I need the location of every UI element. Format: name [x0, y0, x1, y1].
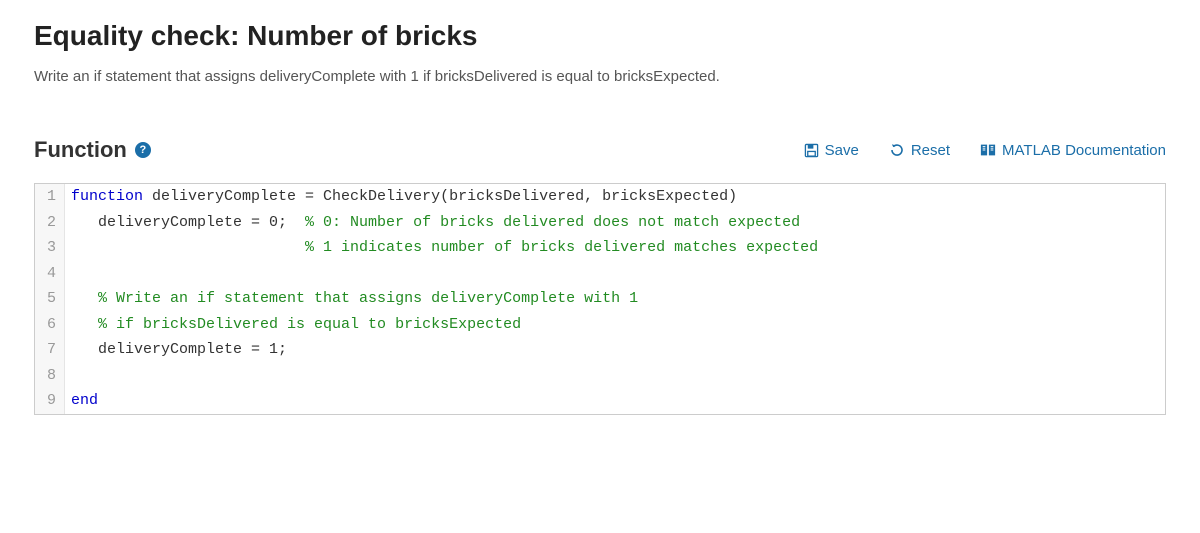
code-text[interactable]: % if bricksDelivered is equal to bricksE… — [65, 312, 521, 338]
line-number: 3 — [35, 235, 65, 261]
line-number: 4 — [35, 261, 65, 287]
line-number: 5 — [35, 286, 65, 312]
function-label: Function — [34, 137, 127, 163]
code-line[interactable]: 1function deliveryComplete = CheckDelive… — [35, 184, 1165, 210]
code-text[interactable]: function deliveryComplete = CheckDeliver… — [65, 184, 737, 210]
code-text[interactable]: % Write an if statement that assigns del… — [65, 286, 638, 312]
code-line[interactable]: 9end — [35, 388, 1165, 414]
code-line[interactable]: 5 % Write an if statement that assigns d… — [35, 286, 1165, 312]
save-label: Save — [825, 142, 859, 159]
save-icon — [804, 143, 819, 158]
code-line[interactable]: 2 deliveryComplete = 0; % 0: Number of b… — [35, 210, 1165, 236]
code-text[interactable]: deliveryComplete = 0; % 0: Number of bri… — [65, 210, 800, 236]
line-number: 2 — [35, 210, 65, 236]
code-line[interactable]: 3 % 1 indicates number of bricks deliver… — [35, 235, 1165, 261]
book-icon — [980, 143, 996, 157]
code-text[interactable]: deliveryComplete = 1; — [65, 337, 287, 363]
docs-link[interactable]: MATLAB Documentation — [980, 142, 1166, 159]
code-line[interactable]: 4 — [35, 261, 1165, 287]
help-icon[interactable]: ? — [135, 142, 151, 158]
line-number: 8 — [35, 363, 65, 389]
code-line[interactable]: 7 deliveryComplete = 1; — [35, 337, 1165, 363]
code-text[interactable] — [65, 363, 80, 389]
code-text[interactable] — [65, 261, 80, 287]
save-button[interactable]: Save — [804, 142, 859, 159]
code-text[interactable]: % 1 indicates number of bricks delivered… — [65, 235, 818, 261]
function-header-row: Function ? Save Reset MATLAB Documentati… — [34, 137, 1166, 163]
code-line[interactable]: 6 % if bricksDelivered is equal to brick… — [35, 312, 1165, 338]
code-line[interactable]: 8 — [35, 363, 1165, 389]
page-title: Equality check: Number of bricks — [34, 20, 1166, 52]
reset-button[interactable]: Reset — [889, 142, 950, 159]
line-number: 9 — [35, 388, 65, 414]
code-editor[interactable]: 1function deliveryComplete = CheckDelive… — [34, 183, 1166, 415]
docs-label: MATLAB Documentation — [1002, 142, 1166, 159]
line-number: 7 — [35, 337, 65, 363]
line-number: 1 — [35, 184, 65, 210]
line-number: 6 — [35, 312, 65, 338]
action-bar: Save Reset MATLAB Documentation — [804, 142, 1166, 159]
reset-label: Reset — [911, 142, 950, 159]
instructions-text: Write an if statement that assigns deliv… — [34, 68, 1166, 85]
code-text[interactable]: end — [65, 388, 98, 414]
reset-icon — [889, 142, 905, 158]
